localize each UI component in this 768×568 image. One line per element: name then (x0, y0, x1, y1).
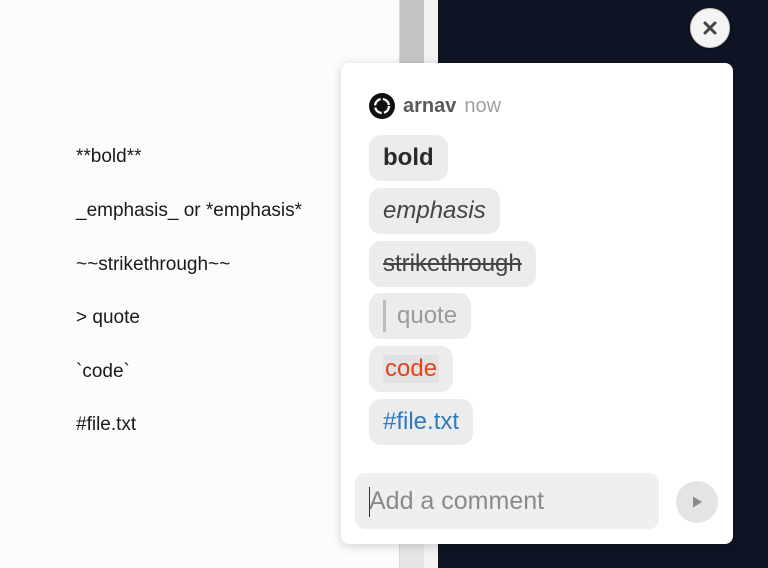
document-line: _emphasis_ or *emphasis* (76, 200, 303, 221)
document-line: ~~strikethrough~~ (76, 254, 231, 275)
chip-bold: bold (369, 135, 448, 181)
send-icon (693, 496, 702, 508)
comment-author: arnav (403, 94, 457, 117)
comment-header: arnav now (369, 93, 501, 119)
chip-strikethrough: strikethrough (369, 241, 536, 287)
send-button[interactable] (676, 481, 718, 523)
quote-bar (383, 300, 386, 332)
chip-quote-text: quote (397, 302, 458, 329)
chip-quote: quote (369, 293, 472, 339)
chip-file-link[interactable]: #file.txt (369, 399, 474, 445)
text-caret (369, 487, 370, 517)
document-line: `code` (76, 361, 130, 382)
chip-bold-text: bold (383, 144, 434, 171)
avatar[interactable] (369, 93, 395, 119)
chip-file-text[interactable]: #file.txt (383, 408, 459, 436)
close-button[interactable] (690, 8, 730, 48)
document-line: > quote (76, 307, 140, 328)
comment-popup: arnav now bold emphasis strikethrough qu… (341, 63, 733, 544)
chip-strikethrough-text: strikethrough (383, 250, 522, 277)
chip-code: code (369, 346, 454, 392)
chip-emphasis: emphasis (369, 188, 500, 234)
comment-time: now (464, 94, 502, 117)
chip-code-text: code (383, 355, 440, 383)
document-editor[interactable]: **bold** _emphasis_ or *emphasis* ~~stri… (0, 0, 400, 568)
avatar-logo-icon (373, 97, 391, 115)
close-icon (703, 21, 717, 35)
document-line: #file.txt (76, 414, 137, 435)
scrollbar-thumb[interactable] (400, 0, 424, 64)
document-line: **bold** (76, 146, 142, 167)
chip-emphasis-text: emphasis (383, 197, 486, 224)
comment-input[interactable] (355, 473, 659, 529)
